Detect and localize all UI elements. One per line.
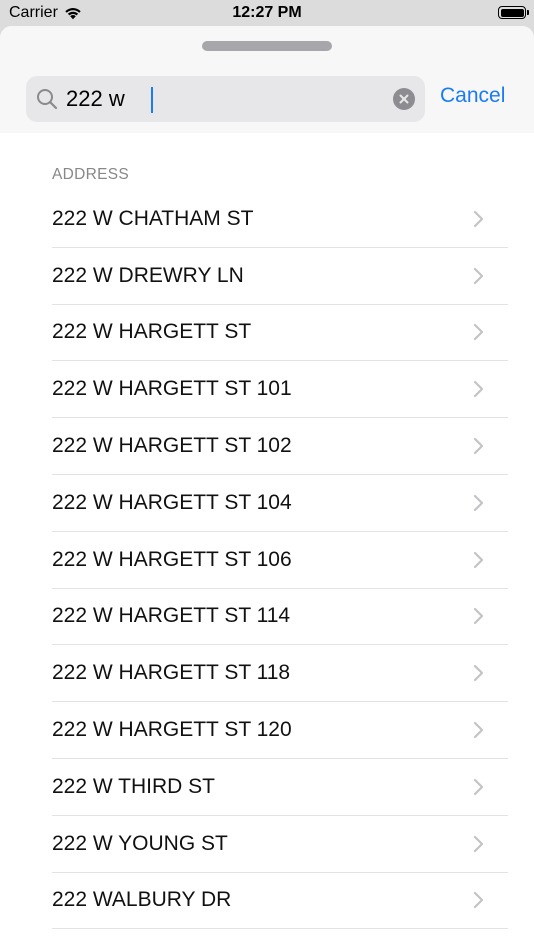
list-item-label: 222 W HARGETT ST 101 [52, 377, 292, 401]
status-bar: Carrier 12:27 PM [0, 0, 534, 28]
chevron-right-icon [473, 892, 484, 909]
list-item[interactable]: 222 W HARGETT ST 114 [52, 589, 508, 646]
list-item-label: 222 W CHATHAM ST [52, 206, 254, 230]
list-item[interactable]: 222 WALBURY DR [52, 873, 508, 930]
chevron-right-icon [473, 494, 484, 511]
list-item-label: 222 W HARGETT ST 106 [52, 547, 292, 571]
list-item-label: 222 W HARGETT ST 102 [52, 434, 292, 458]
list-item[interactable]: 222 W HARGETT ST 101 [52, 361, 508, 419]
search-header: Cancel [0, 26, 534, 134]
search-sheet: Cancel ADDRESS 222 W CHATHAM ST 222 W DR… [0, 26, 534, 950]
magnifying-glass-icon [37, 89, 58, 110]
list-item-label: 222 WALBURY DR [52, 888, 232, 912]
list-item[interactable]: 222 W HARGETT ST 102 [52, 418, 508, 475]
list-item-label: 222 W HARGETT ST 120 [52, 718, 292, 742]
cancel-button[interactable]: Cancel [440, 84, 505, 108]
list-item-label: 222 W HARGETT ST 114 [52, 604, 291, 628]
list-item-label: 222 W HARGETT ST 118 [52, 661, 291, 685]
list-item[interactable]: 222 W HARGETT ST 118 [52, 645, 508, 703]
section-header-address: ADDRESS [52, 166, 130, 183]
clear-circle-icon [399, 94, 409, 104]
text-cursor [151, 87, 153, 113]
list-item-label: 222 W THIRD ST [52, 774, 215, 798]
chevron-right-icon [473, 381, 484, 398]
battery-level [500, 8, 524, 17]
chevron-right-icon [473, 551, 484, 568]
list-item[interactable]: 222 W THIRD ST [52, 759, 508, 816]
list-item-label: 222 W HARGETT ST [52, 320, 252, 344]
chevron-right-icon [473, 267, 484, 284]
battery-icon [498, 6, 529, 19]
sheet-grabber[interactable] [202, 41, 332, 51]
chevron-right-icon [473, 210, 484, 227]
list-item-label: 222 W YOUNG ST [52, 831, 228, 855]
list-item-label: 222 W HARGETT ST 104 [52, 490, 292, 514]
list-item[interactable]: 222 W HARGETT ST 120 [52, 702, 508, 759]
list-item[interactable]: 222 W YOUNG ST [52, 816, 508, 873]
search-input[interactable] [66, 84, 378, 114]
chevron-right-icon [473, 721, 484, 739]
chevron-right-icon [473, 778, 484, 795]
chevron-right-icon [473, 608, 484, 625]
search-field[interactable] [26, 76, 425, 122]
list-item[interactable]: 222 W HARGETT ST 106 [52, 532, 508, 589]
list-item[interactable]: 222 W HARGETT ST [52, 305, 508, 362]
clear-search-button[interactable] [393, 88, 415, 110]
results-list-container: ADDRESS 222 W CHATHAM ST 222 W DREWRY LN… [0, 133, 534, 950]
list-item[interactable]: 222 W HARGETT ST 104 [52, 475, 508, 532]
address-results-list: 222 W CHATHAM ST 222 W DREWRY LN 222 W H… [52, 191, 508, 930]
list-item[interactable]: 222 W CHATHAM ST [52, 191, 508, 248]
chevron-right-icon [473, 665, 484, 682]
status-time: 12:27 PM [232, 4, 302, 21]
list-item-label: 222 W DREWRY LN [52, 263, 244, 287]
list-item[interactable]: 222 W DREWRY LN [52, 248, 508, 305]
chevron-right-icon [473, 437, 484, 455]
chevron-right-icon [473, 324, 484, 341]
chevron-right-icon [473, 835, 484, 852]
screen: Carrier 12:27 PM 222 w Cancel ADDRESS 22… [0, 0, 534, 950]
